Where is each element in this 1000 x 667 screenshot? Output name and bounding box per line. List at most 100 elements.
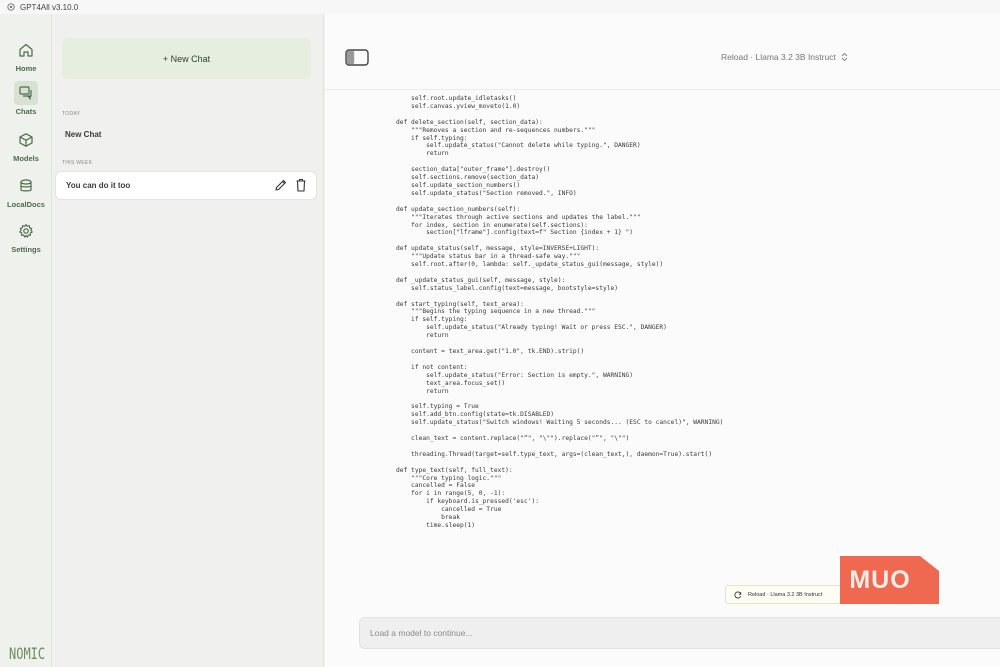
nav-settings[interactable]: Settings bbox=[0, 219, 52, 254]
code-line: def type_text(self, full_text): bbox=[396, 466, 513, 474]
models-icon bbox=[14, 128, 38, 152]
code-line: return bbox=[396, 332, 449, 340]
title-bar: GPT4All v3.10.0 bbox=[0, 0, 1000, 14]
code-line: if not content: bbox=[396, 363, 468, 371]
code-line: self.root.after(0, lambda: self._update_… bbox=[396, 261, 664, 269]
code-line: self.status_label.config(text=message, b… bbox=[396, 284, 619, 292]
code-line: """Removes a section and re-sequences nu… bbox=[396, 126, 596, 134]
main-chat-area: Reload · Llama 3.2 3B Instruct self.root… bbox=[325, 14, 1000, 667]
code-line: cancelled = True bbox=[396, 506, 502, 514]
code-line: def update_section_numbers(self): bbox=[396, 205, 521, 213]
code-line: def delete_section(self, section_data): bbox=[396, 118, 543, 126]
section-label-today: TODAY bbox=[62, 111, 81, 117]
code-line: self.canvas.yview_moveto(1.0) bbox=[396, 102, 521, 110]
nav-chats-label: Chats bbox=[15, 107, 37, 116]
code-line: def start_typing(self, text_area): bbox=[396, 300, 524, 308]
code-line: self.sections.remove(section_data) bbox=[396, 174, 539, 182]
code-line: text_area.focus_set() bbox=[396, 379, 506, 387]
code-line: if self.typing: bbox=[396, 316, 468, 324]
code-line: if keyboard.is_pressed('esc'): bbox=[396, 498, 539, 506]
chat-item-title: New Chat bbox=[65, 130, 102, 139]
app-icon bbox=[7, 3, 15, 11]
code-line: return bbox=[396, 387, 449, 395]
nav-models-label: Models bbox=[13, 154, 39, 163]
code-line: self.update_status("Cannot delete while … bbox=[396, 142, 641, 150]
chat-list-panel: + New Chat TODAY New Chat THIS WEEK You … bbox=[52, 14, 324, 667]
edit-icon[interactable] bbox=[274, 178, 287, 192]
nav-models[interactable]: Models bbox=[0, 128, 52, 163]
code-line: threading.Thread(target=self.type_text, … bbox=[396, 450, 713, 458]
code-line: self.update_status("Section removed.", I… bbox=[396, 189, 577, 197]
section-label-this-week: THIS WEEK bbox=[62, 160, 93, 166]
code-line: self.update_status("Error: Section is em… bbox=[396, 371, 634, 379]
nav-localdocs[interactable]: LocalDocs bbox=[0, 174, 52, 209]
reload-toast[interactable]: Reload · Llama 3.2 3B Instruct bbox=[725, 585, 843, 604]
code-line: self.update_section_numbers() bbox=[396, 181, 521, 189]
code-response: self.root.update_idletasks() self.canvas… bbox=[396, 95, 916, 615]
trash-icon[interactable] bbox=[295, 178, 307, 192]
code-line: break bbox=[396, 514, 460, 522]
message-input[interactable] bbox=[370, 618, 970, 648]
reload-icon bbox=[734, 591, 742, 598]
chat-item-title: You can do it too bbox=[66, 181, 131, 190]
nav-rail: Home Chats Models LocalDocs Settings NOM… bbox=[0, 14, 52, 667]
new-chat-button[interactable]: + New Chat bbox=[62, 38, 311, 79]
code-line: """Update status bar in a thread-safe wa… bbox=[396, 253, 581, 261]
model-selector[interactable]: Reload · Llama 3.2 3B Instruct bbox=[721, 52, 848, 62]
code-line: """Begins the typing sequence in a new t… bbox=[396, 308, 596, 316]
nav-settings-label: Settings bbox=[11, 245, 41, 254]
code-line: self.add_btn.config(state=tk.DISABLED) bbox=[396, 411, 555, 419]
code-line: """Core typing logic.""" bbox=[396, 474, 502, 482]
home-icon bbox=[14, 38, 38, 62]
chat-header: Reload · Llama 3.2 3B Instruct bbox=[325, 42, 1000, 72]
nomic-logo: NOMIC bbox=[9, 644, 46, 663]
code-line: if self.typing: bbox=[396, 134, 468, 142]
header-divider bbox=[325, 89, 1000, 90]
window-title: GPT4All v3.10.0 bbox=[20, 2, 79, 12]
model-selector-label: Reload · Llama 3.2 3B Instruct bbox=[721, 52, 836, 62]
nav-home[interactable]: Home bbox=[0, 38, 52, 73]
code-line: for i in range(5, 0, -1): bbox=[396, 490, 506, 498]
chat-item[interactable]: New Chat bbox=[55, 120, 317, 149]
chevron-up-down-icon bbox=[841, 52, 848, 62]
code-line: self.update_status("Switch windows! Wait… bbox=[396, 419, 724, 427]
code-line: self.typing = True bbox=[396, 403, 479, 411]
muo-logo-text: MUO bbox=[849, 565, 911, 594]
code-line: cancelled = False bbox=[396, 482, 476, 490]
message-input-bar[interactable] bbox=[359, 617, 1000, 649]
code-line: self.root.update_idletasks() bbox=[396, 95, 517, 102]
code-line: time.sleep(1) bbox=[396, 521, 476, 529]
nav-chats[interactable]: Chats bbox=[0, 81, 52, 116]
code-line: content = text_area.get("1.0", tk.END).s… bbox=[396, 348, 585, 355]
chats-icon bbox=[14, 81, 38, 105]
code-line: def _update_status_gui(self, message, st… bbox=[396, 276, 566, 284]
code-line: """Iterates through active sections and … bbox=[396, 213, 641, 221]
nav-home-label: Home bbox=[15, 64, 37, 73]
code-line: def update_status(self, message, style=I… bbox=[396, 245, 600, 253]
sidebar-toggle-icon[interactable] bbox=[345, 49, 369, 66]
code-line: for index, section in enumerate(self.sec… bbox=[396, 221, 588, 229]
code-line: clean_text = content.replace("“", "\"").… bbox=[396, 434, 630, 442]
reload-toast-label: Reload · Llama 3.2 3B Instruct bbox=[748, 591, 823, 598]
localdocs-icon bbox=[14, 174, 38, 198]
code-line: self.update_status("Already typing! Wait… bbox=[396, 324, 667, 332]
chat-item-selected[interactable]: You can do it too bbox=[55, 171, 317, 200]
settings-icon bbox=[14, 219, 38, 243]
muo-watermark: MUO bbox=[840, 556, 939, 604]
code-line: section["lframe"].config(text=f" Section… bbox=[396, 229, 634, 237]
nav-localdocs-label: LocalDocs bbox=[7, 200, 45, 209]
code-line: return bbox=[396, 150, 449, 158]
code-line: section_data["outer_frame"].destroy() bbox=[396, 166, 551, 174]
